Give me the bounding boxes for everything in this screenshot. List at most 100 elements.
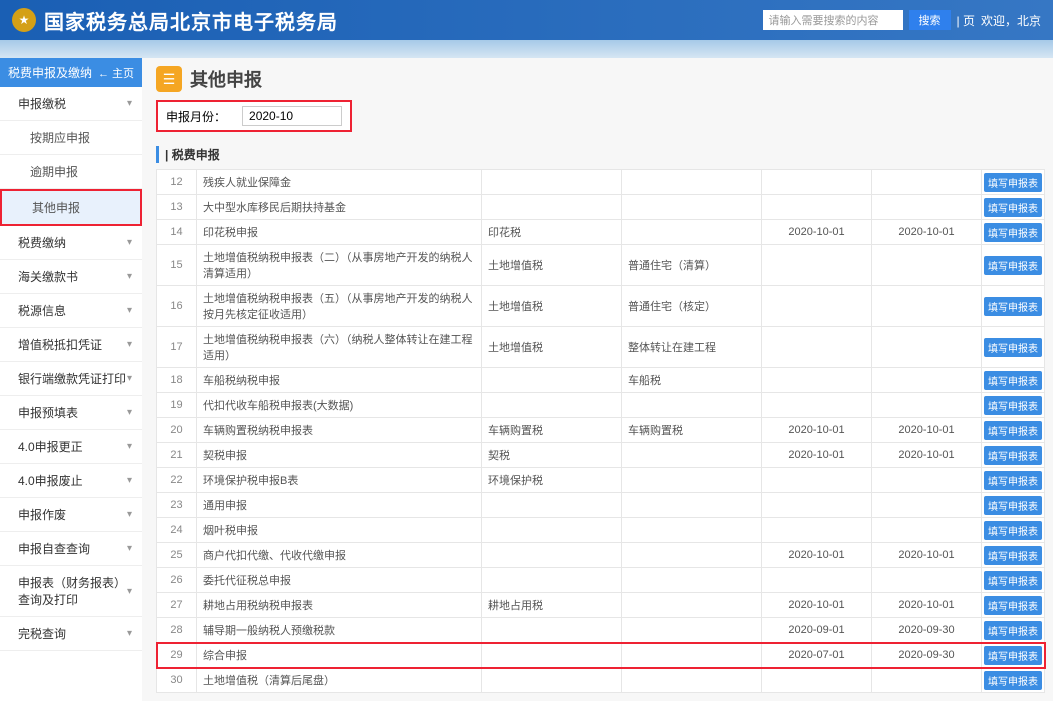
search-button[interactable]: 搜索 <box>909 10 951 30</box>
table-row: 30土地增值税（清算后尾盘）填写申报表 <box>157 668 1045 693</box>
row-sub-type: 普通住宅（核定） <box>622 286 762 327</box>
row-date-end: 2020-10-01 <box>872 443 982 468</box>
table-row: 24烟叶税申报填写申报表 <box>157 518 1045 543</box>
sidebar-item-label: 申报表（财务报表）查询及打印 <box>18 574 127 608</box>
fill-declaration-button[interactable]: 填写申报表 <box>984 496 1042 515</box>
row-action-cell: 填写申报表 <box>982 170 1045 195</box>
row-date-end <box>872 468 982 493</box>
sidebar-item-label: 税源信息 <box>18 302 66 319</box>
sidebar-item-label: 增值税抵扣凭证 <box>18 336 102 353</box>
header-welcome: 欢迎，北京 <box>981 12 1041 29</box>
fill-declaration-button[interactable]: 填写申报表 <box>984 571 1042 590</box>
row-action-cell: 填写申报表 <box>982 593 1045 618</box>
row-date-start: 2020-10-01 <box>762 443 872 468</box>
fill-declaration-button[interactable]: 填写申报表 <box>984 256 1042 275</box>
row-name: 耕地占用税纳税申报表 <box>197 593 482 618</box>
fill-declaration-button[interactable]: 填写申报表 <box>984 338 1042 357</box>
row-date-end <box>872 393 982 418</box>
chevron-down-icon: ▾ <box>127 271 132 282</box>
row-date-end <box>872 327 982 368</box>
row-date-start: 2020-10-01 <box>762 220 872 245</box>
fill-declaration-button[interactable]: 填写申报表 <box>984 297 1042 316</box>
sidebar-item[interactable]: 银行端缴款凭证打印▾ <box>0 362 142 396</box>
table-row: 17土地增值税纳税申报表（六）（纳税人整体转让在建工程适用）土地增值税整体转让在… <box>157 327 1045 368</box>
row-name: 辅导期一般纳税人预缴税款 <box>197 618 482 643</box>
sidebar-item[interactable]: 逾期申报 <box>0 155 142 189</box>
row-name: 土地增值税（清算后尾盘） <box>197 668 482 693</box>
sidebar-item[interactable]: 其他申报 <box>0 189 142 226</box>
row-date-start: 2020-09-01 <box>762 618 872 643</box>
fill-declaration-button[interactable]: 填写申报表 <box>984 371 1042 390</box>
fill-declaration-button[interactable]: 填写申报表 <box>984 446 1042 465</box>
row-action-cell: 填写申报表 <box>982 618 1045 643</box>
sidebar-item-label: 银行端缴款凭证打印 <box>18 370 126 387</box>
fill-declaration-button[interactable]: 填写申报表 <box>984 596 1042 615</box>
row-sub-type <box>622 195 762 220</box>
sidebar-item-label: 按期应申报 <box>30 129 90 146</box>
sidebar-item[interactable]: 4.0申报更正▾ <box>0 430 142 464</box>
row-date-end: 2020-10-01 <box>872 220 982 245</box>
row-sub-type <box>622 543 762 568</box>
table-row: 23通用申报填写申报表 <box>157 493 1045 518</box>
sidebar-item[interactable]: 申报缴税▾ <box>0 87 142 121</box>
sidebar-item[interactable]: 完税查询▾ <box>0 617 142 651</box>
row-action-cell: 填写申报表 <box>982 643 1045 668</box>
sidebar-item[interactable]: 申报表（财务报表）查询及打印▾ <box>0 566 142 617</box>
search-input[interactable]: 请输入需要搜索的内容 <box>763 10 903 30</box>
sidebar-item[interactable]: 申报自查查询▾ <box>0 532 142 566</box>
row-action-cell: 填写申报表 <box>982 393 1045 418</box>
fill-declaration-button[interactable]: 填写申报表 <box>984 671 1042 690</box>
fill-declaration-button[interactable]: 填写申报表 <box>984 396 1042 415</box>
fill-declaration-button[interactable]: 填写申报表 <box>984 173 1042 192</box>
page-title-bar: ☰ 其他申报 <box>156 66 1045 92</box>
row-date-start <box>762 286 872 327</box>
row-action-cell: 填写申报表 <box>982 668 1045 693</box>
row-sub-type <box>622 220 762 245</box>
fill-declaration-button[interactable]: 填写申报表 <box>984 521 1042 540</box>
row-tax-type: 土地增值税 <box>482 327 622 368</box>
sidebar-item[interactable]: 申报预填表▾ <box>0 396 142 430</box>
row-date-end <box>872 170 982 195</box>
fill-declaration-button[interactable]: 填写申报表 <box>984 546 1042 565</box>
fill-declaration-button[interactable]: 填写申报表 <box>984 223 1042 242</box>
header-link-home[interactable]: | 页 <box>957 12 975 29</box>
period-input[interactable] <box>242 106 342 126</box>
sidebar-item[interactable]: 税源信息▾ <box>0 294 142 328</box>
fill-declaration-button[interactable]: 填写申报表 <box>984 471 1042 490</box>
sidebar-item[interactable]: 增值税抵扣凭证▾ <box>0 328 142 362</box>
row-name: 烟叶税申报 <box>197 518 482 543</box>
row-tax-type: 土地增值税 <box>482 245 622 286</box>
sidebar-item-label: 税费缴纳 <box>18 234 66 251</box>
app-title: 国家税务总局北京市电子税务局 <box>44 6 338 35</box>
row-name: 土地增值税纳税申报表（六）（纳税人整体转让在建工程适用） <box>197 327 482 368</box>
row-sub-type: 普通住宅（清算） <box>622 245 762 286</box>
sidebar-item[interactable]: 4.0申报废止▾ <box>0 464 142 498</box>
row-date-start <box>762 245 872 286</box>
row-action-cell: 填写申报表 <box>982 443 1045 468</box>
sidebar-item[interactable]: 申报作废▾ <box>0 498 142 532</box>
table-row: 18车船税纳税申报车船税填写申报表 <box>157 368 1045 393</box>
sidebar-item[interactable]: 税费缴纳 ▾ <box>0 226 142 260</box>
chevron-down-icon: ▾ <box>127 237 132 248</box>
row-action-cell: 填写申报表 <box>982 245 1045 286</box>
sidebar-item[interactable]: 海关缴款书▾ <box>0 260 142 294</box>
table-row: 15土地增值税纳税申报表（二）（从事房地产开发的纳税人清算适用）土地增值税普通住… <box>157 245 1045 286</box>
row-action-cell: 填写申报表 <box>982 518 1045 543</box>
row-sub-type <box>622 170 762 195</box>
chevron-down-icon: ▾ <box>127 509 132 520</box>
fill-declaration-button[interactable]: 填写申报表 <box>984 421 1042 440</box>
row-name: 委托代征税总申报 <box>197 568 482 593</box>
row-date-end <box>872 286 982 327</box>
row-action-cell: 填写申报表 <box>982 468 1045 493</box>
row-name: 土地增值税纳税申报表（五）（从事房地产开发的纳税人按月先核定征收适用） <box>197 286 482 327</box>
sidebar-item[interactable]: 按期应申报 <box>0 121 142 155</box>
row-index: 25 <box>157 543 197 568</box>
fill-declaration-button[interactable]: 填写申报表 <box>984 198 1042 217</box>
row-sub-type: 车辆购置税 <box>622 418 762 443</box>
fill-declaration-button[interactable]: 填写申报表 <box>984 621 1042 640</box>
section-title: | 税费申报 <box>156 146 1045 163</box>
sidebar-return[interactable]: ← 主页 <box>98 65 134 81</box>
fill-declaration-button[interactable]: 填写申报表 <box>984 646 1042 665</box>
table-row: 20车辆购置税纳税申报表车辆购置税车辆购置税2020-10-012020-10-… <box>157 418 1045 443</box>
table-row: 16土地增值税纳税申报表（五）（从事房地产开发的纳税人按月先核定征收适用）土地增… <box>157 286 1045 327</box>
